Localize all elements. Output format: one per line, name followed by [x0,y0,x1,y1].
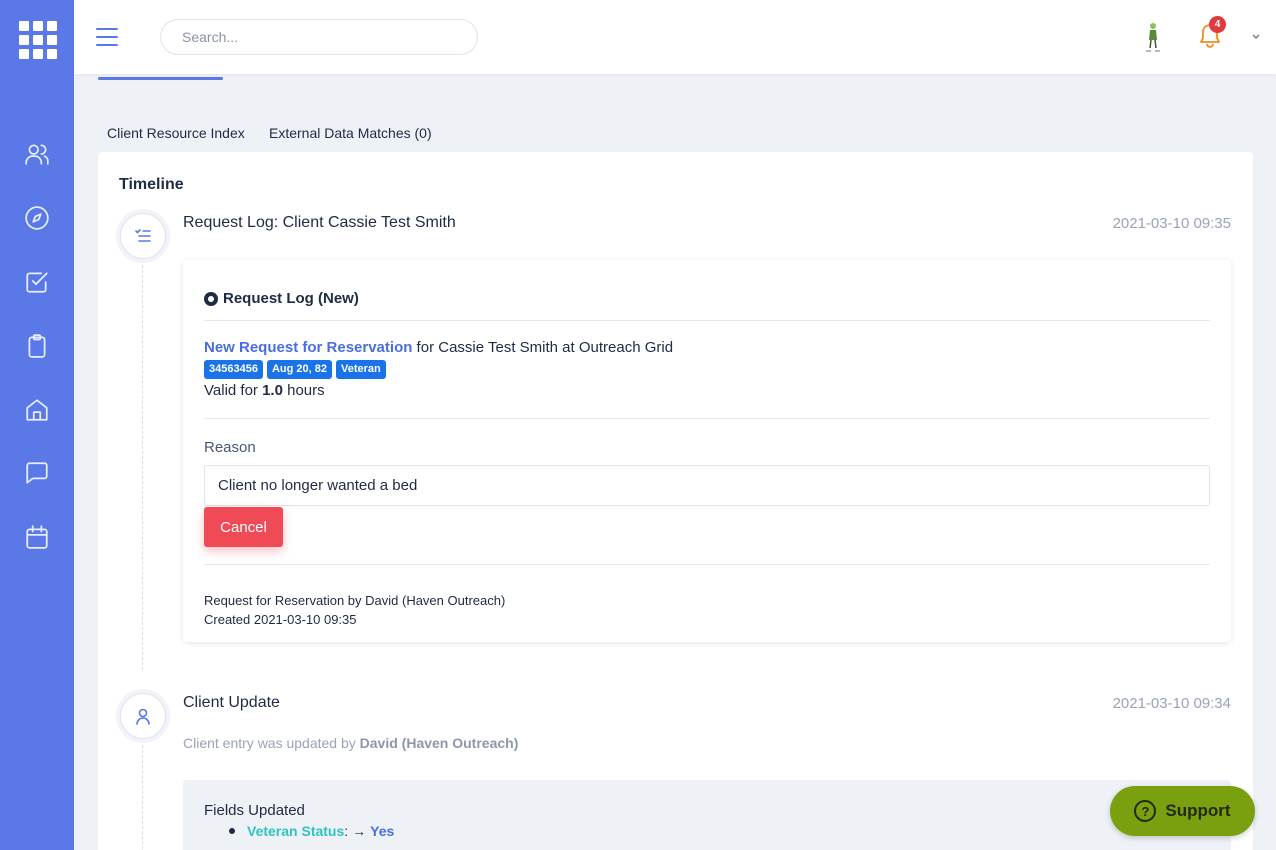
validity-prefix: Valid for [204,382,263,399]
apps-grid-icon[interactable] [19,21,57,59]
checklist-icon [120,213,166,259]
field-change-row: Veteran Status : → Yes [229,823,394,839]
sidebar [0,0,74,850]
fields-updated-panel: Fields Updated Veteran Status : → Yes [183,780,1231,850]
field-name: Veteran Status [247,823,345,839]
timeline-title: Timeline [119,176,184,193]
request-status: Request Log (New) [204,290,359,307]
divider [204,564,1210,565]
timeline-item-time: 2021-03-10 09:35 [1112,215,1231,232]
request-status-label: Request Log (New) [223,290,359,307]
timeline-item-time: 2021-03-10 09:34 [1112,695,1231,712]
clipboard-icon[interactable] [23,332,51,360]
users-icon[interactable] [23,140,51,168]
tab-client-resource-index[interactable]: Client Resource Index [107,125,245,141]
timeline-card: Timeline Request Log: Client Cassie Test… [98,152,1253,850]
chip-birthdate: Aug 20, 82 [266,360,332,379]
reason-label: Reason [204,439,256,456]
request-text: for Cassie Test Smith at Outreach Grid [412,339,674,356]
request-log-panel: Request Log (New) New Request for Reserv… [183,260,1231,642]
validity-suffix: hours [282,382,325,399]
update-description: Client entry was updated by David (Haven… [183,735,518,751]
status-dot-icon [204,291,218,306]
validity-value: 1.0 [262,382,283,399]
timeline-item-title: Client Update [183,694,280,711]
divider [204,320,1210,321]
help-icon: ? [1134,800,1157,822]
request-author: Request for Reservation by David (Haven … [204,593,506,608]
divider [204,418,1210,419]
reason-input[interactable] [204,465,1210,506]
chip-veteran: Veteran [335,360,386,379]
menu-icon[interactable] [96,28,118,46]
active-tab-indicator [98,77,223,80]
search-input[interactable] [160,19,478,55]
timeline-line [142,740,143,850]
checkbox-icon[interactable] [23,268,51,296]
client-chips: 34563456 Aug 20, 82 Veteran [204,360,386,379]
validity-text: Valid for 1.0 hours [204,382,325,399]
update-prefix: Client entry was updated by [183,735,360,751]
timeline-line [142,260,143,670]
support-button[interactable]: ? Support [1110,786,1255,836]
tab-external-data-matches[interactable]: External Data Matches (0) [269,125,432,141]
update-author: David (Haven Outreach) [359,735,519,751]
cancel-button[interactable]: Cancel [204,507,283,547]
chip-client-id: 34563456 [204,360,263,379]
arrow-right-icon: → [352,823,367,839]
request-created: Created 2021-03-10 09:35 [204,612,357,627]
chevron-down-icon[interactable] [1250,30,1262,42]
chat-icon[interactable] [23,459,51,487]
user-icon [120,693,166,739]
calendar-icon[interactable] [23,523,51,551]
request-description: New Request for Reservation for Cassie T… [204,339,673,356]
request-link[interactable]: New Request for Reservation [204,339,412,356]
compass-icon[interactable] [23,204,51,232]
field-separator: : [344,823,349,839]
home-icon[interactable] [23,396,51,424]
avatar[interactable] [1138,20,1168,54]
topbar: 4 [74,0,1276,74]
notification-badge: 4 [1209,16,1226,33]
fields-updated-title: Fields Updated [204,802,305,819]
bullet-icon [229,828,235,834]
timeline-item-title: Request Log: Client Cassie Test Smith [183,214,456,231]
field-value: Yes [370,823,395,839]
support-label: Support [1165,801,1231,820]
